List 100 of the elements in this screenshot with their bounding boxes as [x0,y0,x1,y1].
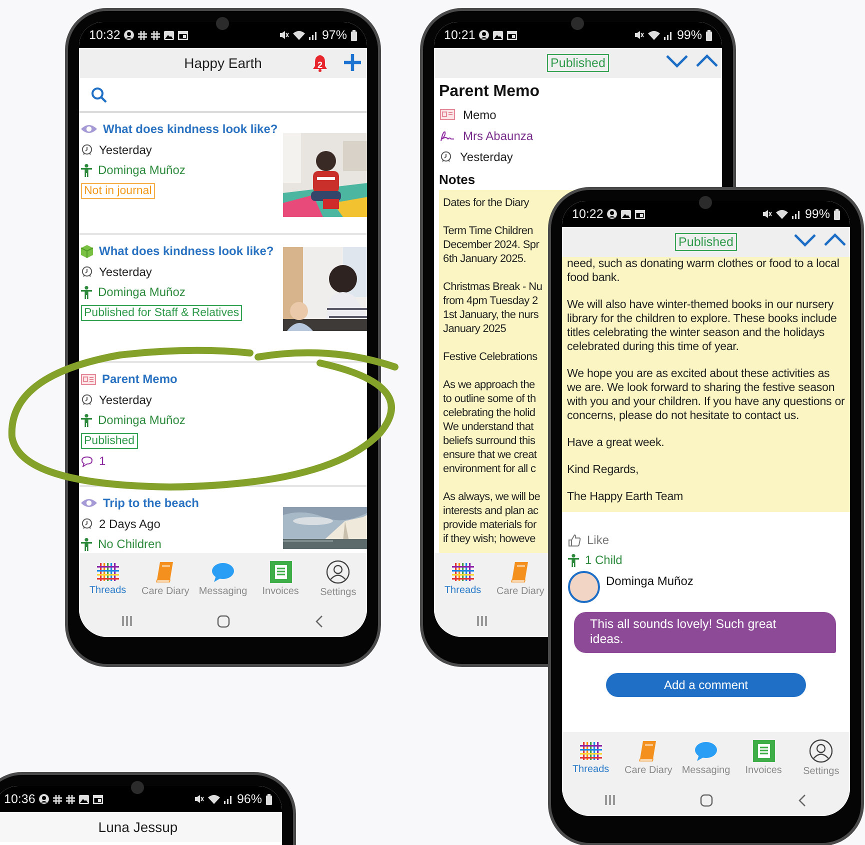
status-time: 10:21 [444,28,476,42]
memo-title: Parent Memo [438,82,540,102]
memo-detail: Memo [463,108,496,122]
child-icon [81,414,92,427]
memo-icon [440,109,455,120]
note-paragraph: As we approach the to outline some of th celebrating the holid We understand that beliefs surround this ensure that we creat environment for all c [443,378,537,476]
window-icon [178,30,188,40]
like-label[interactable]: Like [587,533,610,547]
clock-icon [81,394,93,406]
child-icon [568,554,579,566]
status-tag: Not in journal [81,182,155,199]
battery-icon [266,794,272,804]
profile-icon [809,739,834,763]
profile-icon [124,30,134,40]
mute-icon [194,794,204,804]
status-tag: Published for Staff & Relatives [81,304,242,321]
avatar [568,571,600,603]
battery-icon [834,208,840,220]
thread-title: What does kindness look like? [99,244,274,258]
wifi-icon [292,30,305,40]
tab[interactable]: Invoices [734,740,792,776]
status-time: 10:36 [4,792,36,806]
tab[interactable]: Care Diary [136,561,194,597]
signal-icon [792,209,801,219]
header-title: Luna Jessup [98,819,178,835]
note-paragraph: The Happy Earth Team [567,490,684,504]
book-icon [510,561,530,583]
thread-card[interactable]: What does kindness look like? Yesterday Dominga Muñoz Published for Staff & Relatives [79,235,367,363]
thread-children: Dominga Muñoz [98,285,186,300]
add-icon[interactable] [344,54,361,71]
camera-icon [131,781,144,794]
thread-card[interactable]: Parent Memo Yesterday Dominga Muñoz Published 1 [79,363,367,487]
tab[interactable]: Care Diary [620,740,678,776]
tab[interactable]: Care Diary [492,561,550,597]
note-paragraph: As always, we will be interests and plan ac provide materials for if they wish; howeve [443,490,540,546]
threads-icon [96,562,120,582]
recents-icon[interactable] [604,794,616,806]
note-paragraph: need, such as donating warm clothes or food to a local food bank. [567,257,840,285]
back-icon[interactable] [798,794,806,806]
clock-icon [440,150,452,162]
battery-level: 96% [236,792,262,806]
chevron-down-icon[interactable] [666,54,688,68]
image-icon [493,30,504,40]
recents-icon[interactable] [476,615,488,627]
add-comment-button[interactable]: Add a comment [606,673,806,697]
thread-time: Yesterday [99,392,152,407]
battery-icon [351,30,357,40]
signature-icon [440,130,455,142]
status-time: 10:22 [572,207,604,221]
profile-icon [326,560,350,584]
wifi-icon [776,209,788,219]
tab[interactable]: Settings [792,739,850,777]
battery-icon [706,30,712,40]
battery-level: 99% [676,28,702,42]
comment-author: Dominga Muñoz [606,574,694,588]
note-paragraph: Festive Celebrations [443,350,538,364]
note-paragraph: Term Time Children December 2024. Spr 6th January 2025. [443,224,540,266]
tab[interactable]: Threads [434,562,492,596]
child-icon [81,286,92,299]
tab[interactable]: Invoices [252,561,310,597]
tab[interactable]: Settings [309,560,367,598]
recents-icon[interactable] [121,615,133,627]
home-icon[interactable] [700,794,712,806]
camera-icon [216,17,229,30]
wifi-icon [648,30,660,40]
book-icon [155,561,176,583]
thread-children: No Children [98,537,162,552]
tab[interactable]: Threads [79,562,137,596]
search-icon[interactable] [91,86,107,102]
comment-bubble: This all sounds lovely! Such great ideas. [574,612,836,653]
signal-icon [308,30,318,40]
threads-icon [450,562,475,582]
grid-icon [66,794,76,804]
thread-time: Yesterday [99,142,152,157]
battery-level: 97% [322,28,347,42]
invoice-icon [270,561,292,583]
thread-title: Trip to the beach [103,496,200,510]
chevron-up-icon[interactable] [824,233,846,247]
image-icon [164,30,174,40]
header-title: Happy Earth [184,55,262,71]
tab[interactable]: Messaging [194,562,252,596]
clock-icon [81,266,93,278]
window-icon [93,794,104,804]
notes-heading: Notes [438,171,476,189]
tab[interactable]: Threads [562,741,620,775]
profile-icon [39,794,50,804]
back-icon[interactable] [315,614,323,628]
notification-bell[interactable]: 2 [311,54,329,72]
tab[interactable]: Messaging [677,740,735,776]
home-icon[interactable] [216,614,230,628]
child-icon [81,164,92,177]
chevron-down-icon[interactable] [794,233,816,247]
thread-card[interactable]: What does kindness look like? Yesterday Dominga Muñoz Not in journal [79,113,367,235]
chevron-up-icon[interactable] [696,54,718,68]
note-paragraph: Kind Regards, [567,463,640,477]
mute-icon [762,209,772,219]
window-icon [507,30,518,40]
thread-time: Yesterday [99,264,152,279]
grid-icon [53,794,62,804]
thumbs-up-icon[interactable] [568,534,581,546]
